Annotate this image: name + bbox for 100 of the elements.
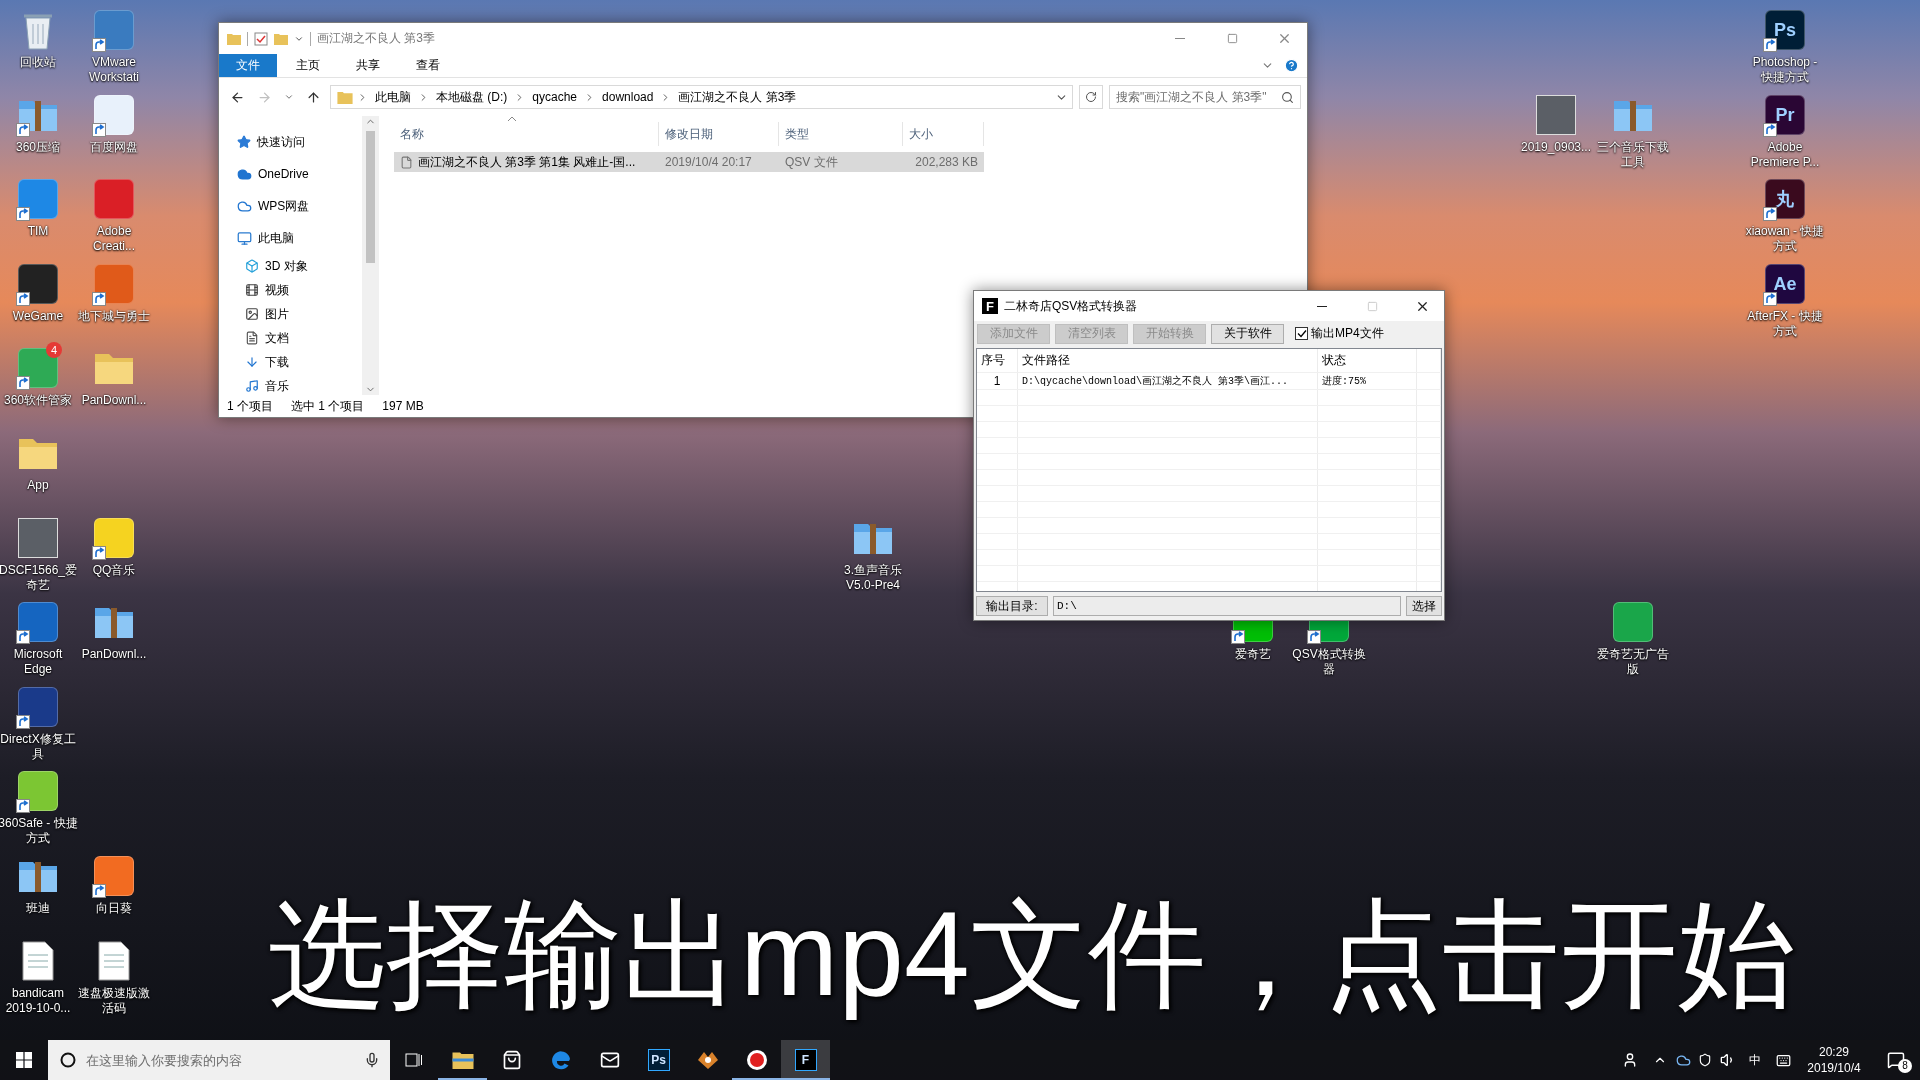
shopping-bag-icon [501, 1050, 522, 1070]
output-path-field[interactable]: D:\ [1053, 596, 1401, 616]
output-mp4-checkbox[interactable]: 输出MP4文件 [1295, 325, 1384, 342]
microphone-icon [364, 1052, 380, 1068]
choose-button[interactable]: 选择 [1406, 596, 1442, 616]
search-box[interactable]: 在这里输入你要搜索的内容 [48, 1040, 390, 1080]
ribbon-tab[interactable]: 查看 [399, 54, 457, 77]
nav-item[interactable]: 文档 [219, 326, 362, 350]
download-icon [245, 355, 259, 369]
monitor-icon [237, 230, 252, 246]
badge-count: 4 [46, 342, 62, 358]
maximize-icon [1366, 300, 1378, 312]
app-icon: F [794, 1049, 817, 1071]
breadcrumb-item[interactable]: 此电脑 [372, 88, 414, 106]
help-icon[interactable] [1284, 58, 1299, 73]
nav-item[interactable]: 视频 [219, 278, 362, 302]
document-icon [98, 941, 130, 981]
column-header[interactable]: 修改日期 [659, 122, 779, 146]
ribbon-tab[interactable]: 主页 [279, 54, 337, 77]
folder-icon [227, 32, 241, 45]
taskbar-app[interactable]: F [781, 1040, 830, 1080]
desktop-item[interactable]: 3.鱼声音乐 V5.0-Pre4 [833, 514, 913, 593]
badge-count: 8 [1898, 1059, 1912, 1073]
desktop-item[interactable]: DSCF1566_爱奇艺 [0, 514, 78, 593]
breadcrumb-item[interactable]: qycache [529, 90, 581, 104]
column-header[interactable]: 文件路径 [1018, 349, 1318, 372]
music-note-icon [245, 379, 259, 393]
desktop-item[interactable]: Ae AfterFX - 快捷方式 [1745, 260, 1825, 339]
file-row[interactable]: 画江湖之不良人 第3季 第1集 风难止-国... 2019/10/4 20:17 QSV 文件 202,283 KB [394, 152, 984, 172]
ribbon-tab[interactable]: 共享 [339, 54, 397, 77]
app-icon: 丸 [1765, 179, 1805, 219]
document-icon [245, 331, 259, 345]
file-type: QSV 文件 [784, 153, 839, 171]
table-cell: 1 [977, 373, 1018, 389]
desktop-item[interactable]: 丸 xiaowan - 快捷方式 [1745, 175, 1825, 254]
desktop-item[interactable]: Pr Adobe Premiere P... [1745, 91, 1825, 170]
app-logo: F [982, 298, 998, 314]
status-text: 选中 1 个项目 [291, 397, 365, 415]
app-icon: Pr [1765, 95, 1805, 135]
clock[interactable]: 20:29 2019/10/4 [1796, 1040, 1872, 1080]
search-field[interactable]: 在这里输入你要搜索的内容 [86, 1052, 354, 1068]
refresh-button[interactable] [1079, 85, 1103, 109]
sort-caret-icon [507, 116, 517, 122]
nav-item[interactable]: 音乐 [219, 374, 362, 395]
table-cell: D:\qycache\download\画江湖之不良人 第3季\画江... [1018, 373, 1318, 389]
desktop-item[interactable]: Ps Photoshop - 快捷方式 [1745, 6, 1825, 85]
file-icon [400, 155, 413, 169]
file-name: 画江湖之不良人 第3季 第1集 风难止-国... [394, 152, 659, 172]
app-icon: Ps [1765, 10, 1805, 50]
nav-item[interactable]: 此电脑 [219, 222, 362, 254]
mail-icon [599, 1050, 620, 1070]
desktop-item[interactable]: 爱奇艺无广告版 [1593, 598, 1673, 677]
taskbar-app[interactable]: Ps [634, 1040, 683, 1080]
keyboard-icon [1775, 1052, 1791, 1068]
cube-icon [245, 259, 259, 273]
app-icon: Ps [647, 1049, 670, 1071]
cloud-icon [1675, 1052, 1691, 1068]
nav-item[interactable]: 下载 [219, 350, 362, 374]
nav-item[interactable]: 快速访问 [219, 126, 362, 158]
photo-placeholder [1536, 95, 1576, 135]
scroll-thumb[interactable] [366, 131, 375, 263]
game-icon [695, 1050, 720, 1070]
app-icon: Ae [1765, 264, 1805, 304]
search-box[interactable]: 搜索"画江湖之不良人 第3季" [1109, 85, 1301, 109]
desktop-item[interactable]: App [0, 429, 78, 493]
window-title: 画江湖之不良人 第3季 [317, 30, 435, 47]
breadcrumb-item[interactable]: download [599, 90, 657, 104]
nav-item[interactable]: OneDrive [219, 158, 362, 190]
shield-icon [1698, 1053, 1712, 1067]
address-bar[interactable]: 此电脑 本地磁盘 (D:) qycache download 画江湖之不良人 第3季 [330, 85, 1073, 109]
folder-icon [337, 90, 353, 104]
file-size: 202,283 KB [914, 154, 979, 171]
cloud-icon [237, 198, 252, 214]
film-icon [245, 283, 259, 297]
toolbar-button[interactable]: 关于软件 [1211, 323, 1284, 344]
edge-logo-icon [549, 1049, 572, 1071]
column-header[interactable]: 类型 [779, 122, 903, 146]
ribbon-tab[interactable]: 文件 [219, 54, 277, 77]
picture-icon [245, 307, 259, 321]
status-text: 197 MB [382, 399, 424, 413]
minimize-icon [1175, 38, 1185, 39]
forward-arrow-icon [257, 89, 272, 105]
search-field[interactable]: 搜索"画江湖之不良人 第3季" [1116, 90, 1277, 104]
file-date: 2019/10/4 20:17 [664, 154, 753, 171]
breadcrumb-item[interactable]: 本地磁盘 (D:) [433, 88, 511, 106]
column-header[interactable]: 序号 [977, 349, 1018, 372]
column-header[interactable]: 状态 [1318, 349, 1417, 372]
nav-item[interactable]: 3D 对象 [219, 254, 362, 278]
breadcrumb-item[interactable]: 画江湖之不良人 第3季 [675, 88, 800, 106]
search-icon [1281, 90, 1294, 104]
column-header[interactable]: 大小 [903, 122, 984, 146]
nav-item[interactable]: 图片 [219, 302, 362, 326]
column-header[interactable]: 名称 [394, 122, 659, 146]
desktop-item[interactable]: DirectX修复工具 [0, 683, 78, 762]
status-text: 1 个项目 [227, 397, 273, 415]
nav-item[interactable]: WPS网盘 [219, 190, 362, 222]
notification-button[interactable]: 8 [1872, 1040, 1920, 1080]
refresh-icon [1085, 91, 1097, 103]
input-method-button[interactable]: 中 [1740, 1040, 1770, 1080]
checklist-icon [254, 31, 268, 46]
